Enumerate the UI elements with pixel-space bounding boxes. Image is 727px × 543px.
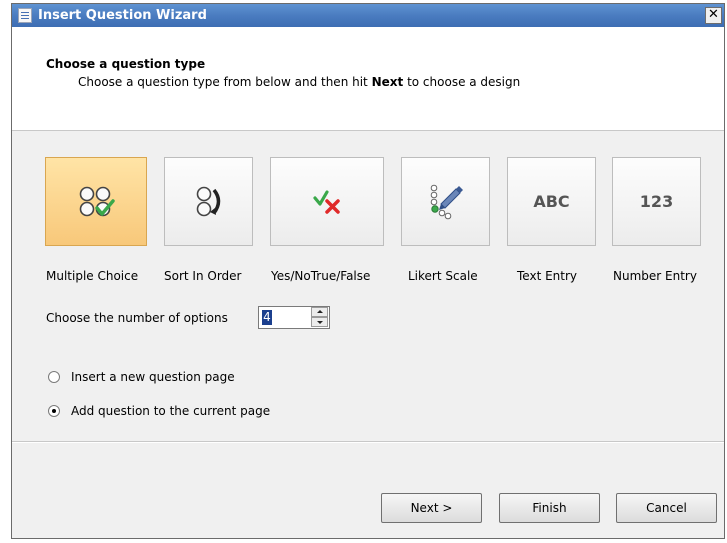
next-button[interactable]: Next > [381, 493, 482, 523]
close-button[interactable]: ✕ [705, 7, 722, 24]
question-type-label: Multiple Choice [46, 269, 139, 283]
number-entry-icon: 123 [639, 192, 674, 211]
header-subtitle: Choose a question type from below and th… [78, 75, 521, 89]
sort-order-icon [196, 186, 220, 216]
title-bar[interactable]: Insert Question Wizard ✕ [12, 4, 724, 27]
question-type-yes-no[interactable] [270, 157, 384, 246]
question-type-multiple-choice[interactable] [45, 157, 147, 246]
spin-down-button[interactable] [311, 317, 328, 327]
question-type-likert-scale[interactable] [401, 157, 490, 246]
question-type-label: Text Entry [517, 269, 578, 283]
question-type-label: Number Entry [613, 269, 697, 283]
text-entry-icon: ABC [533, 192, 570, 211]
radio-label: Insert a new question page [71, 370, 235, 384]
multiple-choice-icon [79, 186, 115, 216]
app-icon [18, 8, 32, 23]
options-count-spinner[interactable]: 4 [258, 306, 330, 329]
header-panel: Choose a question type Choose a question… [12, 27, 724, 131]
radio-button[interactable] [48, 405, 60, 417]
spin-up-button[interactable] [311, 307, 328, 317]
wizard-window: Insert Question Wizard ✕ Choose a questi… [11, 3, 725, 539]
window-title: Insert Question Wizard [38, 8, 207, 23]
options-count-value[interactable]: 4 [262, 310, 272, 325]
cancel-button[interactable]: Cancel [616, 493, 717, 523]
likert-scale-icon [430, 184, 463, 219]
footer-divider [12, 441, 724, 443]
question-type-sort-in-order[interactable] [164, 157, 253, 246]
finish-button[interactable]: Finish [499, 493, 600, 523]
radio-label: Add question to the current page [71, 404, 271, 418]
question-type-label: Sort In Order [164, 269, 242, 283]
radio-button[interactable] [48, 371, 60, 383]
question-type-label: Likert Scale [408, 269, 478, 283]
question-type-text-entry[interactable]: ABC [507, 157, 596, 246]
question-type-label: Yes/NoTrue/False [271, 269, 371, 283]
header-title: Choose a question type [46, 57, 206, 71]
question-type-number-entry[interactable]: 123 [612, 157, 701, 246]
yes-no-icon [313, 189, 340, 214]
options-count-label: Choose the number of options [46, 311, 228, 325]
